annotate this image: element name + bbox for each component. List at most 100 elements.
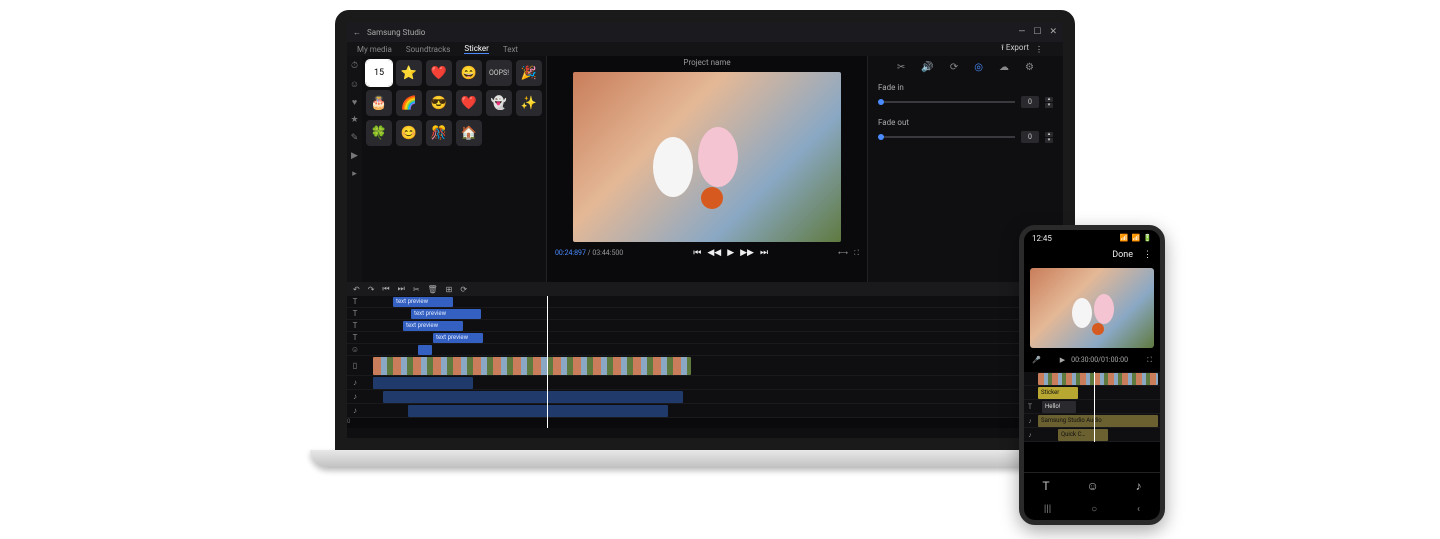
sticker-blush-icon[interactable]: 😊 [396, 120, 422, 146]
timeline-clip[interactable]: text preview [411, 309, 481, 319]
sticker-star-icon[interactable]: ⭐ [396, 60, 422, 86]
phone-playbar: 🎤 ▶ 00:30:00/01:00:00 ⛶ [1024, 352, 1160, 368]
phone-text-clip[interactable]: Hello! [1042, 401, 1076, 413]
audio-tool-icon[interactable]: 🔊 [921, 62, 933, 73]
sticker-calendar-icon[interactable]: 15 [366, 60, 392, 86]
cat-heart-icon[interactable]: ♥ [349, 96, 361, 108]
sticker-oops-icon[interactable]: OOPS! [486, 60, 512, 86]
status-time: 12:45 [1032, 234, 1052, 243]
fullscreen-icon[interactable]: ⛶ [854, 249, 859, 258]
fade-in-dec[interactable]: ▾ [1045, 103, 1053, 108]
fade-in-inc[interactable]: ▴ [1045, 97, 1053, 102]
back-icon[interactable]: ← [353, 28, 361, 37]
phone-text-tool-icon[interactable]: T [1042, 479, 1049, 493]
export-button[interactable]: ⭱ Export [1001, 42, 1029, 56]
phone-timeline[interactable]: Sticker THello! ♪Samsung Studio Audio ♪Q… [1024, 372, 1160, 442]
rotate-tool-icon[interactable]: ⟳ [950, 62, 958, 73]
wifi-icon: 📶 [1132, 234, 1141, 242]
fade-in-label: Fade in [878, 83, 1053, 92]
phone-play-icon[interactable]: ▶ [1060, 356, 1065, 364]
home-icon[interactable]: ○ [1091, 504, 1097, 515]
minimize-button[interactable]: — [1018, 27, 1025, 37]
maximize-button[interactable]: ☐ [1033, 27, 1041, 37]
cat-play-icon[interactable]: ▶ [349, 150, 361, 162]
sticker-sparkle-icon[interactable]: ✨ [516, 90, 542, 116]
phone-audio-tool-icon[interactable]: ♪ [1136, 479, 1142, 493]
timeline-clip[interactable] [418, 345, 432, 355]
play-icon[interactable]: ▶ [727, 248, 734, 258]
to-start-icon[interactable]: ⏮ [382, 284, 389, 294]
recents-icon[interactable]: ||| [1044, 504, 1051, 515]
sticker-heart-icon[interactable]: ❤️ [426, 60, 452, 86]
phone-mic-icon[interactable]: 🎤 [1032, 356, 1041, 364]
tab-soundtracks[interactable]: Soundtracks [406, 45, 451, 54]
fade-out-inc[interactable]: ▴ [1045, 132, 1053, 137]
phone-audio-clip-1[interactable]: Samsung Studio Audio [1038, 415, 1158, 427]
sticker-cake-icon[interactable]: 🎂 [366, 90, 392, 116]
phone-sticker-clip[interactable]: Sticker [1038, 387, 1078, 399]
sticker-smile-icon[interactable]: 😄 [456, 60, 482, 86]
sticker-party-icon[interactable]: 🎊 [426, 120, 452, 146]
video-preview[interactable] [573, 72, 841, 242]
phone-fullscreen-icon[interactable]: ⛶ [1147, 356, 1152, 365]
fade-in-slider[interactable] [878, 101, 1015, 103]
track-text-4-head: T [347, 333, 363, 342]
overlay-tool-icon[interactable]: ☁ [999, 62, 1009, 73]
sticker-sunglasses-icon[interactable]: 😎 [426, 90, 452, 116]
prev-frame-icon[interactable]: ◀◀ [707, 248, 721, 258]
sticker-heart2-icon[interactable]: ❤️ [456, 90, 482, 116]
more-options-icon[interactable]: ⋮ [1035, 45, 1043, 54]
done-button[interactable]: Done [1112, 250, 1133, 260]
tab-text[interactable]: Text [503, 45, 518, 54]
sticker-house-icon[interactable]: 🏠 [456, 120, 482, 146]
cat-emoji-icon[interactable]: ☺ [349, 78, 361, 90]
undo-icon[interactable]: ↶ [353, 285, 360, 294]
track-audio-3-head: ♪ [347, 406, 363, 415]
cat-recent-icon[interactable]: ⏱ [349, 60, 361, 72]
tab-sticker[interactable]: Sticker [464, 44, 488, 54]
back-icon[interactable]: ‹ [1137, 504, 1140, 515]
fade-out-slider[interactable] [878, 136, 1015, 138]
sticker-ghost-icon[interactable]: 👻 [486, 90, 512, 116]
tab-my-media[interactable]: My media [357, 45, 392, 54]
zoom-out-icon[interactable]: ⊞ [446, 285, 453, 294]
phone-preview[interactable] [1030, 268, 1154, 348]
goto-end-icon[interactable]: ⏭ [760, 248, 768, 258]
phone-audio-clip-2[interactable]: Quick C… [1058, 429, 1108, 441]
sticker-confetti-icon[interactable]: 🎉 [516, 60, 542, 86]
fade-out-value[interactable]: 0 [1021, 131, 1039, 143]
cat-star-icon[interactable]: ★ [349, 114, 361, 126]
timeline-clip[interactable]: text preview [433, 333, 483, 343]
cat-arrow-icon[interactable]: ▸ [349, 168, 361, 180]
phone-sticker-tool-icon[interactable]: ☺ [1086, 479, 1098, 493]
upper-panels: ⏱ ☺ ♥ ★ ✎ ▶ ▸ 15 ⭐ ❤️ 😄 OOPS! 🎉 🎂 🌈 [347, 56, 1063, 282]
timeline-clip[interactable]: text preview [403, 321, 463, 331]
close-button[interactable]: ✕ [1049, 27, 1057, 37]
crop-tool-icon[interactable]: ✂ [897, 62, 905, 73]
zoom-in-icon[interactable]: ⟳ [460, 285, 467, 294]
timeline-audio-clip[interactable] [383, 391, 683, 403]
timeline-audio-clip[interactable] [373, 377, 473, 389]
fade-out-dec[interactable]: ▾ [1045, 138, 1053, 143]
phone-video-clip[interactable] [1038, 373, 1158, 385]
goto-start-icon[interactable]: ⏮ [693, 248, 701, 258]
fade-in-value[interactable]: 0 [1021, 96, 1039, 108]
sticker-rainbow-icon[interactable]: 🌈 [396, 90, 422, 116]
sticker-luck-icon[interactable]: 🍀 [366, 120, 392, 146]
phone-more-icon[interactable]: ⋮ [1143, 250, 1152, 260]
timeline-clip[interactable]: text preview [393, 297, 453, 307]
split-icon[interactable]: ✂ [413, 285, 420, 294]
opacity-tool-icon[interactable]: ◎ [974, 62, 983, 73]
settings-tool-icon[interactable]: ⚙ [1025, 62, 1034, 73]
cat-draw-icon[interactable]: ✎ [349, 132, 361, 144]
timeline-video-clip[interactable] [373, 357, 691, 375]
timeline[interactable]: Ttext preview Ttext preview Ttext previe… [347, 296, 1063, 428]
delete-icon[interactable]: 🗑 [428, 285, 438, 294]
to-end-icon[interactable]: ⏭ [398, 284, 405, 294]
aspect-ratio-icon[interactable]: ⟷ [838, 249, 848, 258]
next-frame-icon[interactable]: ▶▶ [740, 248, 754, 258]
timeline-audio-clip[interactable] [408, 405, 668, 417]
timecode: 00:24:897 / 03:44:500 [555, 249, 623, 257]
redo-icon[interactable]: ↷ [368, 285, 375, 294]
media-tabs: My media Soundtracks Sticker Text [347, 42, 1063, 56]
